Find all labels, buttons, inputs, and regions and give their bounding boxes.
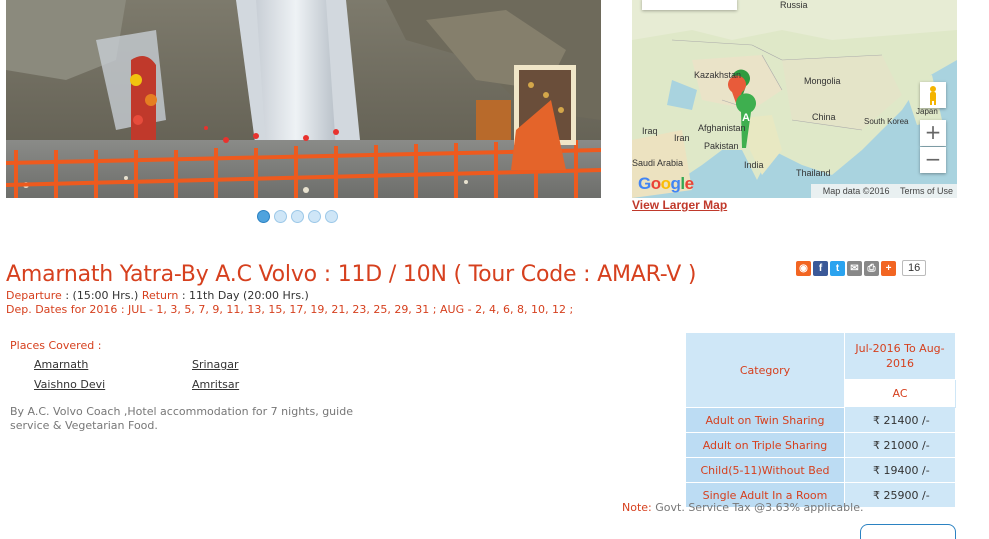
category-header: Category <box>685 332 845 408</box>
print-icon[interactable]: ⎙ <box>864 260 879 276</box>
price-value: ₹ 21000 /- <box>844 432 956 458</box>
map-terms-link[interactable]: Terms of Use <box>900 186 953 196</box>
slider-dot-5[interactable] <box>325 210 338 223</box>
slider-pagination <box>257 210 338 223</box>
class-header: AC <box>844 378 956 409</box>
slider-dot-3[interactable] <box>291 210 304 223</box>
place-link-amritsar[interactable]: Amritsar <box>192 378 239 391</box>
map-label-japan: Japan <box>916 107 938 116</box>
price-table: Category Jul-2016 To Aug-2016 AC Adult o… <box>685 332 956 508</box>
zoom-out-button[interactable]: − <box>920 147 946 173</box>
rss-icon[interactable]: ◉ <box>796 260 811 276</box>
price-category: Child(5-11)Without Bed <box>685 457 845 483</box>
share-count: 16 <box>902 260 927 276</box>
map-label-thailand: Thailand <box>796 168 831 178</box>
zoom-in-button[interactable]: + <box>920 120 946 146</box>
map-attribution: Map data ©2016 Terms of Use <box>810 184 957 198</box>
return-value: : 11th Day (20:00 Hrs.) <box>178 289 309 302</box>
map-label-saudi-arabia: Saudi Arabia <box>632 158 684 168</box>
map-label-afghanistan: Afghanistan <box>698 123 746 133</box>
departure-return-line: Departure : (15:00 Hrs.) Return : 11th D… <box>6 289 309 302</box>
facebook-icon[interactable]: f <box>813 260 828 276</box>
departure-label: Departure <box>6 289 62 302</box>
departure-dates: Dep. Dates for 2016 : JUL - 1, 3, 5, 7, … <box>6 303 574 316</box>
table-row: Adult on Twin Sharing ₹ 21400 /- <box>685 407 956 433</box>
map-label-south-korea: South Korea <box>864 117 909 126</box>
table-row: Child(5-11)Without Bed ₹ 19400 /- <box>685 457 956 483</box>
tour-photo <box>6 0 601 198</box>
map-label-iraq: Iraq <box>642 126 658 136</box>
map-data-text: Map data ©2016 <box>822 186 890 196</box>
map-terrain <box>632 0 957 198</box>
plus-icon[interactable]: + <box>881 260 896 276</box>
map-label-mongolia: Mongolia <box>804 76 841 86</box>
departure-value: : (15:00 Hrs.) <box>61 289 142 302</box>
note-text: Govt. Service Tax @3.63% applicable. <box>651 501 864 514</box>
tour-title: Amarnath Yatra-By A.C Volvo : 11D / 10N … <box>6 262 697 287</box>
place-link-amarnath[interactable]: Amarnath <box>34 358 88 371</box>
google-logo: Google <box>638 174 694 193</box>
map-label-russia: Russia <box>780 0 808 10</box>
map-type-control[interactable] <box>642 0 737 10</box>
return-label: Return <box>141 289 179 302</box>
price-value: ₹ 21400 /- <box>844 407 956 433</box>
google-map[interactable]: Russia Kazakhstan Mongolia China Japan S… <box>632 0 957 198</box>
map-label-kazakhstan: Kazakhstan <box>694 70 742 80</box>
table-row: Adult on Triple Sharing ₹ 21000 /- <box>685 432 956 458</box>
slider-dot-4[interactable] <box>308 210 321 223</box>
street-view-pegman-icon[interactable] <box>920 82 946 108</box>
places-covered-heading: Places Covered : <box>10 339 102 352</box>
map-label-china: China <box>812 112 836 122</box>
place-link-srinagar[interactable]: Srinagar <box>192 358 239 371</box>
map-marker-label: A <box>742 112 750 124</box>
price-category: Adult on Twin Sharing <box>685 407 845 433</box>
map-label-pakistan: Pakistan <box>704 141 739 151</box>
price-value: ₹ 19400 /- <box>844 457 956 483</box>
slider-dot-1[interactable] <box>257 210 270 223</box>
note-label: Note: <box>622 501 652 514</box>
map-label-iran: Iran <box>674 133 690 143</box>
period-header: Jul-2016 To Aug-2016 <box>844 332 956 380</box>
share-toolbar: ◉ f t ✉ ⎙ + 16 <box>796 260 927 276</box>
place-link-vaishno-devi[interactable]: Vaishno Devi <box>34 378 105 391</box>
slider-dot-2[interactable] <box>274 210 287 223</box>
view-larger-map-link[interactable]: View Larger Map <box>632 198 727 212</box>
price-category: Adult on Triple Sharing <box>685 432 845 458</box>
email-icon[interactable]: ✉ <box>847 260 862 276</box>
map-label-india: India <box>744 160 764 170</box>
twitter-icon[interactable]: t <box>830 260 845 276</box>
tour-description: By A.C. Volvo Coach ,Hotel accommodation… <box>10 405 353 432</box>
cave-shrine-image <box>6 0 601 198</box>
tax-note: Note: Govt. Service Tax @3.63% applicabl… <box>622 501 863 514</box>
